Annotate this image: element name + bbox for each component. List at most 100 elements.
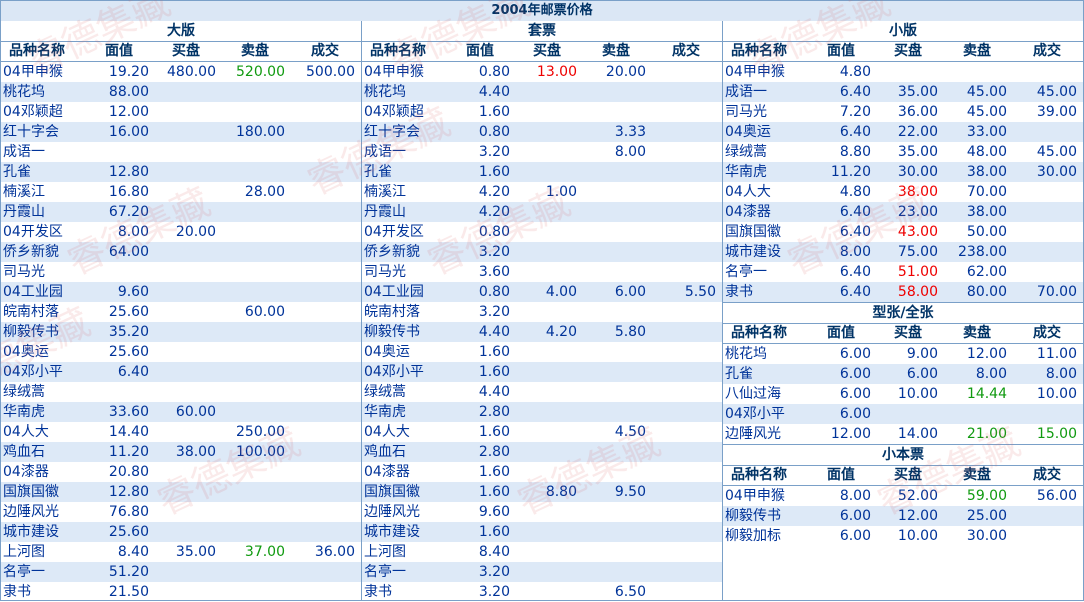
ask-cell: 4.50 xyxy=(614,424,646,440)
name-cell: 桃花坞 xyxy=(364,84,406,100)
name-cell: 上河图 xyxy=(364,544,406,560)
table-row: 皖南村落 25.60 60.00 xyxy=(1,302,361,322)
table-row: 国旗国徽 6.40 43.00 50.00 xyxy=(723,222,1083,242)
table-row: 楠溪江 16.80 28.00 xyxy=(1,182,361,202)
name-cell: 华南虎 xyxy=(3,404,45,420)
table-row: 城市建设 8.00 75.00 238.00 xyxy=(723,242,1083,262)
ask-cell: 60.00 xyxy=(244,304,285,320)
name-cell: 04奥运 xyxy=(3,344,49,360)
name-cell: 04工业园 xyxy=(3,284,63,300)
table-row: 隶书 3.20 6.50 xyxy=(362,582,722,602)
face-value-cell: 7.20 xyxy=(839,104,871,120)
face-value-cell: 76.80 xyxy=(108,504,149,520)
table-row: 04邓颖超 1.60 xyxy=(362,102,722,122)
name-cell: 04奥运 xyxy=(364,344,410,360)
face-value-cell: 3.20 xyxy=(478,144,510,160)
name-cell: 孔雀 xyxy=(364,164,392,180)
bid-cell: 14.00 xyxy=(897,426,938,442)
face-value-cell: 9.60 xyxy=(117,284,149,300)
name-cell: 城市建设 xyxy=(725,244,781,260)
face-value-cell: 6.40 xyxy=(839,264,871,280)
table-row: 八仙过海 6.00 10.00 14.44 10.00 xyxy=(723,384,1083,404)
bid-cell: 36.00 xyxy=(897,104,938,120)
table-row: 边陲风光 12.00 14.00 21.00 15.00 xyxy=(723,424,1083,444)
ask-cell: 38.00 xyxy=(966,164,1007,180)
header-ask-cell: 卖盘 xyxy=(963,325,991,341)
face-value-cell: 6.00 xyxy=(839,386,871,402)
name-cell: 桃花坞 xyxy=(725,346,767,362)
table-row: 鸡血石 11.20 38.00 100.00 xyxy=(1,442,361,462)
face-value-cell: 64.00 xyxy=(108,244,149,260)
section-title: 型张/全张 xyxy=(723,302,1083,324)
table-row: 04人大 14.40 250.00 xyxy=(1,422,361,442)
ask-cell: 250.00 xyxy=(236,424,285,440)
table-row: 名亭一 51.20 xyxy=(1,562,361,582)
name-cell: 红十字会 xyxy=(3,124,59,140)
name-cell: 边陲风光 xyxy=(725,426,781,442)
section-title: 小版 xyxy=(723,21,1083,42)
name-cell: 04人大 xyxy=(725,184,771,200)
table-row: 丹霞山 67.20 xyxy=(1,202,361,222)
face-value-cell: 33.60 xyxy=(108,404,149,420)
name-cell: 桃花坞 xyxy=(3,84,45,100)
face-value-cell: 51.20 xyxy=(108,564,149,580)
ask-cell: 9.50 xyxy=(614,484,646,500)
table-row: 司马光 xyxy=(1,262,361,282)
header-face-value-cell: 面值 xyxy=(827,43,855,59)
table-row: 柳毅加标 6.00 10.00 30.00 xyxy=(723,526,1083,546)
name-cell: 司马光 xyxy=(3,264,45,280)
ask-cell: 100.00 xyxy=(236,444,285,460)
table-row: 侨乡新貌 64.00 xyxy=(1,242,361,262)
bid-cell: 23.00 xyxy=(897,204,938,220)
table-row: 04邓小平 6.40 xyxy=(1,362,361,382)
ask-cell: 70.00 xyxy=(966,184,1007,200)
header-deal-cell: 成交 xyxy=(1033,467,1061,483)
ask-cell: 21.00 xyxy=(966,426,1007,442)
face-value-cell: 8.80 xyxy=(839,144,871,160)
ask-cell: 37.00 xyxy=(244,544,285,560)
table-row: 04奥运 1.60 xyxy=(362,342,722,362)
face-value-cell: 12.00 xyxy=(830,426,871,442)
table-row: 丹霞山 4.20 xyxy=(362,202,722,222)
ask-cell: 80.00 xyxy=(966,284,1007,300)
face-value-cell: 6.40 xyxy=(839,284,871,300)
face-value-cell: 4.80 xyxy=(839,184,871,200)
table-row: 绿绒蒿 8.80 35.00 48.00 45.00 xyxy=(723,142,1083,162)
face-value-cell: 16.00 xyxy=(108,124,149,140)
deal-cell: 5.50 xyxy=(684,284,716,300)
bid-cell: 35.00 xyxy=(175,544,216,560)
header-name-cell: 品种名称 xyxy=(731,325,787,341)
bid-cell: 10.00 xyxy=(897,528,938,544)
face-value-cell: 6.00 xyxy=(839,508,871,524)
table-row: 04开发区 0.80 xyxy=(362,222,722,242)
sheet-title: 2004年邮票价格 xyxy=(1,1,1083,22)
name-cell: 04邓小平 xyxy=(725,406,785,422)
name-cell: 04开发区 xyxy=(364,224,424,240)
table-row: 柳毅传书 4.40 4.20 5.80 xyxy=(362,322,722,342)
face-value-cell: 8.00 xyxy=(117,224,149,240)
face-value-cell: 6.40 xyxy=(839,124,871,140)
ask-cell: 48.00 xyxy=(966,144,1007,160)
ask-cell: 6.50 xyxy=(614,584,646,600)
name-cell: 侨乡新貌 xyxy=(364,244,420,260)
columns: 大版 品种名称 面值 买盘 卖盘 成交 04甲申猴 19.20 480.00 520.00 500.… xyxy=(1,21,1083,600)
bid-cell: 35.00 xyxy=(897,84,938,100)
bid-cell: 60.00 xyxy=(175,404,216,420)
name-cell: 皖南村落 xyxy=(364,304,420,320)
bid-cell: 9.00 xyxy=(906,346,938,362)
name-cell: 绿绒蒿 xyxy=(364,384,406,400)
name-cell: 04漆器 xyxy=(3,464,49,480)
table-row: 04工业园 9.60 xyxy=(1,282,361,302)
face-value-cell: 20.80 xyxy=(108,464,149,480)
deal-cell: 36.00 xyxy=(314,544,355,560)
header-face-value-cell: 面值 xyxy=(466,43,494,59)
table-row: 04邓小平 6.00 xyxy=(723,404,1083,424)
header-bid-cell: 买盘 xyxy=(894,467,922,483)
name-cell: 04开发区 xyxy=(3,224,63,240)
table-row: 鸡血石 2.80 xyxy=(362,442,722,462)
ask-cell: 8.00 xyxy=(614,144,646,160)
name-cell: 成语一 xyxy=(725,84,767,100)
ask-cell: 20.00 xyxy=(605,64,646,80)
name-cell: 04漆器 xyxy=(364,464,410,480)
face-value-cell: 1.60 xyxy=(478,424,510,440)
